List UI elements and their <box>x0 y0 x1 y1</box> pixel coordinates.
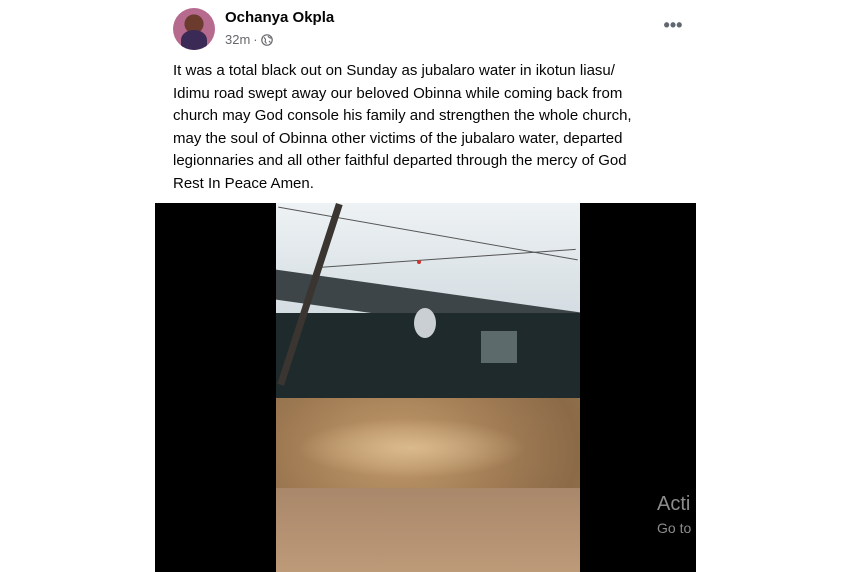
satellite-dish <box>414 308 436 338</box>
activate-windows-watermark: Acti Go to <box>657 491 691 539</box>
water-foam <box>296 418 526 478</box>
globe-icon[interactable] <box>260 33 273 46</box>
video-window <box>481 331 517 363</box>
watermark-subtitle: Go to <box>657 520 692 536</box>
post-video[interactable]: Acti Go to <box>155 203 696 572</box>
facebook-post: Ochanya Okpla 32m · ••• It was a total b… <box>155 0 696 572</box>
post-meta: 32m · <box>225 32 273 47</box>
author-avatar[interactable] <box>173 8 215 50</box>
post-text: It was a total black out on Sunday as ju… <box>173 62 632 192</box>
post-timestamp[interactable]: 32m <box>225 32 250 47</box>
meta-separator: · <box>253 32 258 47</box>
more-options-icon[interactable]: ••• <box>661 16 685 38</box>
watermark-title: Acti <box>657 493 691 515</box>
flooded-road <box>276 488 580 572</box>
video-frame[interactable] <box>276 203 580 572</box>
author-name[interactable]: Ochanya Okpla <box>225 9 334 26</box>
post-header: Ochanya Okpla 32m · ••• <box>173 8 683 52</box>
red-dot <box>417 260 421 264</box>
